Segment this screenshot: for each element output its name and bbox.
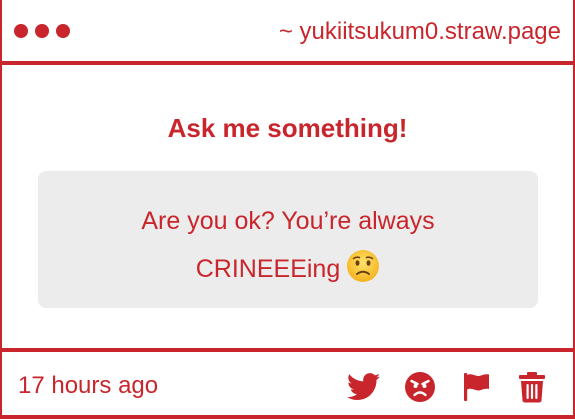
question-box: Are you ok? You’re always CRINEEEing [38,171,538,308]
card-border-bottom [0,415,575,419]
react-button[interactable] [403,370,437,404]
window-dot[interactable] [35,24,49,38]
question-text: Are you ok? You’re always CRINEEEing [68,197,508,299]
delete-button[interactable] [515,370,549,404]
window-header: ~ yukiitsukum0.straw.page [0,0,575,62]
flag-icon [464,373,489,401]
twitter-share-button[interactable] [347,370,381,404]
question-line-1: Are you ok? You’re always [141,207,435,235]
report-button[interactable] [459,370,493,404]
question-line-2: CRINEEEing [195,255,341,283]
worried-face-emoji-icon [346,249,380,299]
angry-face-icon [405,372,435,402]
window-dot[interactable] [56,24,70,38]
action-bar [347,370,549,404]
page-title: Ask me something! [167,113,408,143]
window-controls [14,24,70,38]
trash-icon [519,372,545,403]
card-footer: 17 hours ago [0,352,575,419]
header-divider [0,61,575,65]
window-dot[interactable] [14,24,28,38]
page-url[interactable]: ~ yukiitsukum0.straw.page [279,18,561,46]
twitter-icon [347,373,381,401]
timestamp: 17 hours ago [18,372,159,399]
question-card: ~ yukiitsukum0.straw.page Ask me somethi… [0,0,575,419]
